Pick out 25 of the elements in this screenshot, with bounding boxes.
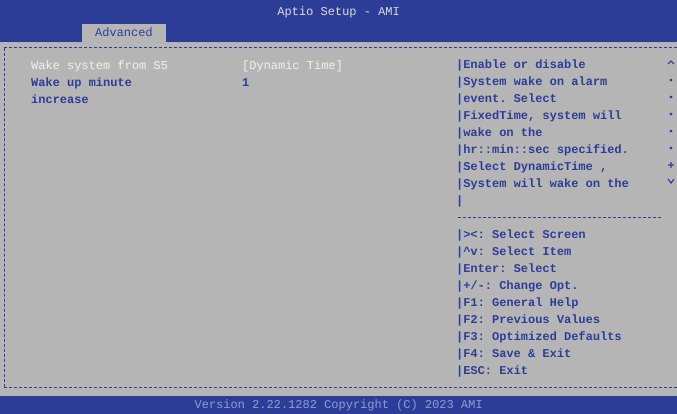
key-help-line: |Enter: Select (456, 261, 557, 278)
help-text-line: |Enable or disable (456, 57, 586, 74)
tab[interactable]: Advanced (82, 24, 166, 42)
key-help-line: |ESC: Exit (456, 363, 528, 380)
key-help-line: |+/-: Change Opt. (456, 278, 578, 295)
help-text-line: |hr::min::sec specified. (456, 142, 629, 159)
key-help-line: |F3: Optimized Defaults (456, 329, 622, 346)
help-text-line: | (456, 193, 464, 210)
setting-label[interactable]: increase (31, 92, 89, 106)
key-help-line: |F4: Save & Exit (456, 346, 572, 363)
help-text-line: |wake on the (456, 125, 542, 142)
key-help-line: |><: Select Screen (456, 227, 586, 244)
help-text-line: |System will wake on the (456, 176, 629, 193)
help-text-line: |FixedTime, system will (456, 108, 622, 125)
help-text-line: |event. Select (456, 91, 557, 108)
setting-label[interactable]: Wake up minute (31, 76, 132, 90)
scroll-bar-icon (667, 60, 675, 185)
key-help-line: |F2: Previous Values (456, 312, 600, 329)
help-text-line: |Select DynamicTime , (456, 159, 608, 176)
key-help-line: |F1: General Help (456, 295, 578, 312)
window-title: Aptio Setup - AMI (277, 4, 400, 21)
version-text: Version 2.22.1282 Copyright (C) 2023 AMI (194, 398, 483, 412)
help-text-line: |System wake on alarm (456, 74, 608, 91)
setting-value[interactable]: 1 (242, 76, 250, 90)
key-help-line: |^v: Select Item (456, 244, 572, 261)
